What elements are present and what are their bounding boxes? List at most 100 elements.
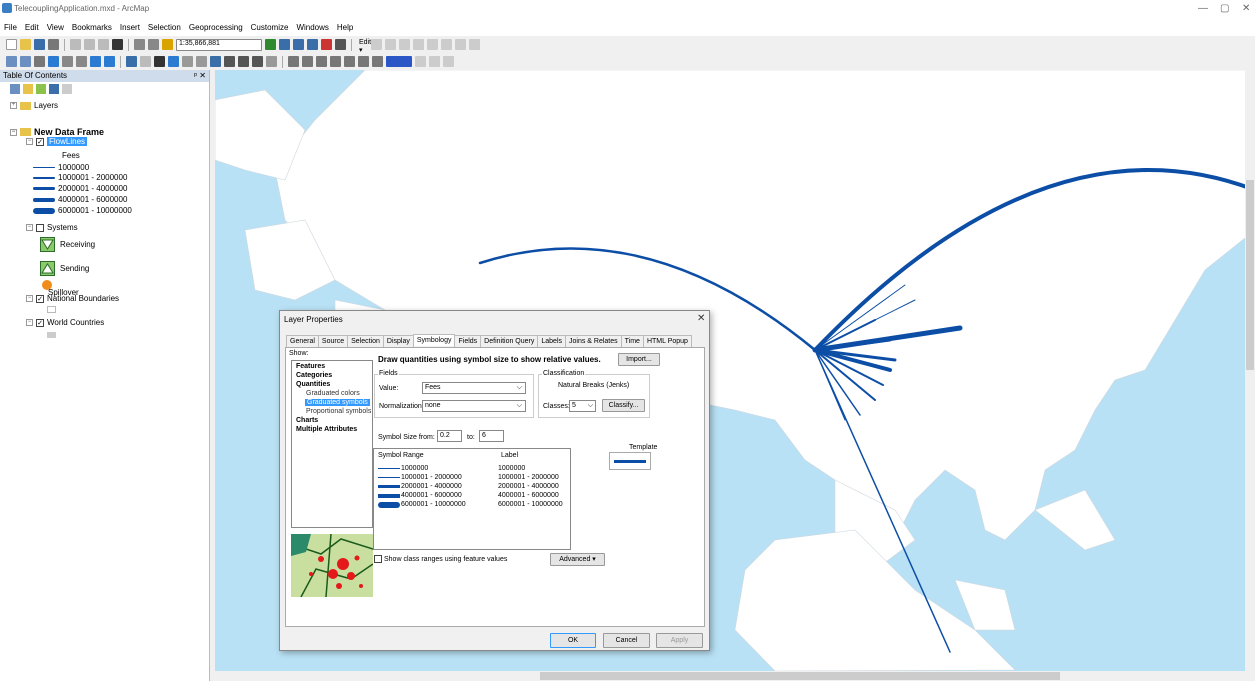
tab-definition-query[interactable]: Definition Query [480,335,539,347]
rotate-tool-icon[interactable] [441,39,452,50]
menu-selection[interactable]: Selection [144,20,185,35]
sketch-properties-icon[interactable] [469,39,480,50]
search-window-icon[interactable] [307,39,318,50]
python-window-icon[interactable] [335,39,346,50]
clear-selection-icon[interactable] [140,56,151,67]
tab-selection[interactable]: Selection [347,335,384,347]
advanced-button[interactable]: Advanced ▾ [550,553,605,566]
delete-icon[interactable] [112,39,123,50]
renderer-categories[interactable]: Categories [296,372,332,379]
goto-xy-icon[interactable] [252,56,263,67]
list-by-selection-icon[interactable] [49,84,59,94]
editor-menu[interactable]: Editor ▾ [357,39,377,54]
cancel-button[interactable]: Cancel [603,633,650,648]
flowlines-visibility-checkbox[interactable]: ✓ [36,137,44,146]
data-view-icon[interactable] [443,56,454,67]
map-vertical-scrollbar[interactable] [1245,70,1255,671]
list-by-source-icon[interactable] [23,84,33,94]
attributes-icon[interactable] [455,39,466,50]
dropdown-arrow-icon[interactable] [415,56,426,67]
save-icon[interactable] [34,39,45,50]
edit-tool-icon[interactable] [371,39,382,50]
line-tool-icon[interactable] [399,39,410,50]
renderer-graduated-symbols[interactable]: Graduated symbols [305,399,370,406]
class-row[interactable]: 1000001 - 2000000 1000001 - 2000000 [378,474,559,481]
menu-edit[interactable]: Edit [21,20,43,35]
zoom-in-icon[interactable] [6,56,17,67]
horizontal-scroll-thumb[interactable] [540,672,1060,680]
fixed-zoom-out-icon[interactable] [76,56,87,67]
tab-labels[interactable]: Labels [537,335,567,347]
minimize-button[interactable]: — [1198,3,1208,14]
html-popup-icon[interactable] [196,56,207,67]
renderer-features[interactable]: Features [296,363,325,370]
print-icon[interactable] [48,39,59,50]
pan-icon[interactable] [34,56,45,67]
classes-select[interactable]: 5 ⌵ [569,400,596,412]
arctoolbox-icon[interactable] [321,39,332,50]
tab-html-popup[interactable]: HTML Popup [642,335,692,347]
tab-general[interactable]: General [286,335,319,347]
classify-button[interactable]: Classify... [602,399,645,412]
map-horizontal-scrollbar[interactable] [210,671,1255,681]
redo-icon[interactable] [148,39,159,50]
menu-windows[interactable]: Windows [292,20,332,35]
select-features-icon[interactable] [126,56,137,67]
symbol-size-from-input[interactable]: 0.2 [437,430,462,442]
zoom-out-icon[interactable] [20,56,31,67]
hyperlink-icon[interactable] [182,56,193,67]
renderer-quantities[interactable]: Quantities [296,381,330,388]
tab-fields[interactable]: Fields [454,335,482,347]
toc-layer-systems[interactable]: − Systems [26,223,78,232]
map-scale-input[interactable]: 1:35,866,881 [176,38,262,51]
show-class-ranges-option[interactable]: Show class ranges using feature values [374,555,507,563]
tab-source[interactable]: Source [317,335,349,347]
systems-visibility-checkbox[interactable] [36,223,44,232]
toc-layer-world-countries[interactable]: − ✓ World Countries [26,318,104,327]
value-field-select[interactable]: Fees ⌵ [422,382,526,394]
apply-button[interactable]: Apply [656,633,703,648]
sketch-tool-icon[interactable] [385,39,396,50]
world-countries-checkbox[interactable]: ✓ [36,318,44,327]
full-extent-icon[interactable] [48,56,59,67]
add-data-icon[interactable] [162,39,173,50]
draw-polygon-icon[interactable] [330,56,341,67]
find-route-icon[interactable] [238,56,249,67]
select-elements-icon[interactable] [154,56,165,67]
renderer-multiple-attributes[interactable]: Multiple Attributes [296,426,357,433]
fill-color-icon[interactable] [386,56,412,67]
class-row[interactable]: 2000001 - 4000000 2000001 - 4000000 [378,483,559,490]
curve-tool-icon[interactable] [413,39,424,50]
split-tool-icon[interactable] [427,39,438,50]
class-row[interactable]: 1000000 1000000 [378,465,525,472]
column-label[interactable]: Label [501,452,518,459]
draw-text-icon[interactable] [316,56,327,67]
list-by-visibility-icon[interactable] [36,84,46,94]
identify-icon[interactable] [168,56,179,67]
catalog-icon[interactable] [293,39,304,50]
forward-extent-icon[interactable] [104,56,115,67]
symbol-size-to-input[interactable]: 6 [479,430,504,442]
toc-data-frame[interactable]: − New Data Frame [10,127,104,137]
ok-button[interactable]: OK [550,633,596,648]
toc-options-icon[interactable] [62,84,72,94]
dialog-close-button[interactable]: ✕ [697,313,705,324]
tab-joins-relates[interactable]: Joins & Relates [565,335,622,347]
open-folder-icon[interactable] [20,39,31,50]
toc-layers-root[interactable]: + Layers [10,101,58,110]
measure-icon[interactable] [210,56,221,67]
template-symbol-button[interactable] [609,452,651,470]
column-range[interactable]: Range [403,452,424,459]
toc-layer-national-boundaries[interactable]: − ✓ National Boundaries [26,294,119,303]
create-viewer-icon[interactable] [288,56,299,67]
cut-icon[interactable] [70,39,81,50]
layout-view-icon[interactable] [429,56,440,67]
column-symbol[interactable]: Symbol [378,452,401,459]
paste-icon[interactable] [98,39,109,50]
renderer-charts[interactable]: Charts [296,417,318,424]
class-row[interactable]: 4000001 - 6000000 4000001 - 6000000 [378,492,559,499]
import-button[interactable]: Import... [618,353,660,366]
find-icon[interactable] [224,56,235,67]
renderer-proportional-symbols[interactable]: Proportional symbols [306,408,371,415]
menu-help[interactable]: Help [333,20,357,35]
